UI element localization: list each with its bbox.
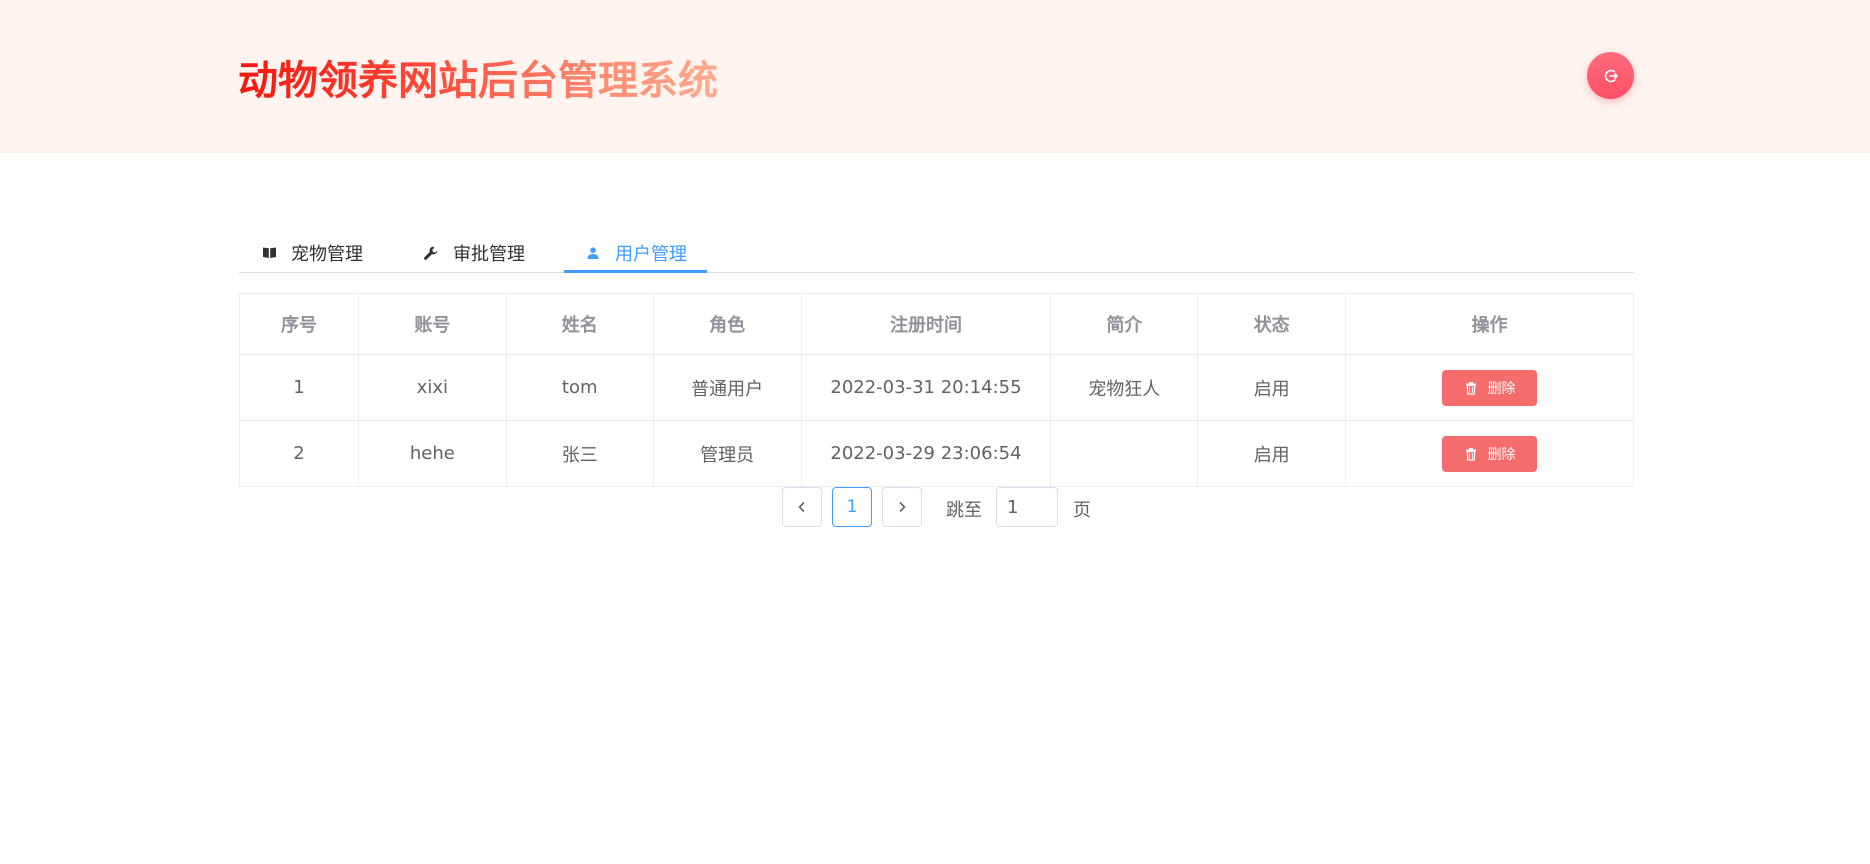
- tab-user-management[interactable]: 用户管理: [585, 232, 687, 273]
- column-header: 操作: [1345, 293, 1634, 355]
- tab-label: 用户管理: [615, 243, 687, 265]
- table-row: 1 xixi tom 普通用户 2022-03-31 20:14:55 宠物狂人…: [239, 354, 1634, 421]
- user-icon: [585, 245, 601, 261]
- chevron-left-icon: [798, 501, 805, 513]
- cell-registered: 2022-03-29 23:06:54: [800, 420, 1052, 487]
- cell-account: hehe: [357, 420, 507, 487]
- book-icon: [261, 245, 277, 261]
- pagination: 1 跳至 页: [0, 487, 1870, 527]
- tab-label: 宠物管理: [291, 243, 363, 265]
- page-suffix-label: 页: [1073, 500, 1091, 521]
- column-header: 注册时间: [800, 293, 1052, 355]
- delete-label: 删除: [1487, 446, 1516, 463]
- cell-index: 1: [239, 354, 359, 421]
- delete-button[interactable]: 删除: [1442, 435, 1538, 472]
- trash-icon: [1464, 447, 1478, 461]
- cell-intro: 宠物狂人: [1050, 354, 1199, 421]
- tab-pet-management[interactable]: 宠物管理: [261, 232, 363, 273]
- prev-page-button[interactable]: [782, 487, 822, 527]
- cell-status: 启用: [1197, 354, 1347, 421]
- cell-index: 2: [239, 420, 359, 487]
- cell-actions: 删除: [1345, 354, 1634, 421]
- jump-label: 跳至: [946, 500, 982, 521]
- cell-actions: 删除: [1345, 420, 1634, 487]
- cell-name: 张三: [505, 420, 654, 487]
- cell-role: 管理员: [652, 420, 802, 487]
- cell-name: tom: [505, 354, 654, 421]
- top-header: 动物领养网站后台管理系统: [0, 0, 1870, 153]
- trash-icon: [1464, 381, 1478, 395]
- cell-account: xixi: [357, 354, 507, 421]
- column-header: 序号: [239, 293, 359, 355]
- column-header: 姓名: [505, 293, 654, 355]
- tab-approval-management[interactable]: 审批管理: [423, 232, 525, 273]
- column-header: 状态: [1197, 293, 1347, 355]
- logout-icon: [1604, 69, 1618, 82]
- logout-button[interactable]: [1587, 52, 1634, 99]
- next-page-button[interactable]: [882, 487, 922, 527]
- column-header: 账号: [357, 293, 507, 355]
- table-row: 2 hehe 张三 管理员 2022-03-29 23:06:54 启用 删除: [239, 420, 1634, 487]
- cell-status: 启用: [1197, 420, 1347, 487]
- user-table: 序号 账号 姓名 角色 注册时间 简介 状态 操作 1 xixi tom 普通用…: [239, 293, 1634, 487]
- wrench-icon: [423, 245, 439, 261]
- tab-bar: 宠物管理 审批管理 用户管理: [239, 232, 1634, 273]
- jump-page-input[interactable]: [996, 487, 1058, 527]
- delete-label: 删除: [1487, 380, 1516, 397]
- cell-intro: [1050, 420, 1199, 487]
- cell-registered: 2022-03-31 20:14:55: [800, 354, 1052, 421]
- site-title: 动物领养网站后台管理系统: [238, 48, 718, 106]
- page-number-button[interactable]: 1: [832, 487, 872, 527]
- chevron-right-icon: [899, 501, 906, 513]
- delete-button[interactable]: 删除: [1442, 369, 1538, 406]
- column-header: 角色: [652, 293, 802, 355]
- tab-label: 审批管理: [453, 243, 525, 265]
- active-tab-indicator: [564, 270, 707, 273]
- table-header-row: 序号 账号 姓名 角色 注册时间 简介 状态 操作: [239, 293, 1634, 355]
- cell-role: 普通用户: [652, 354, 802, 421]
- column-header: 简介: [1050, 293, 1199, 355]
